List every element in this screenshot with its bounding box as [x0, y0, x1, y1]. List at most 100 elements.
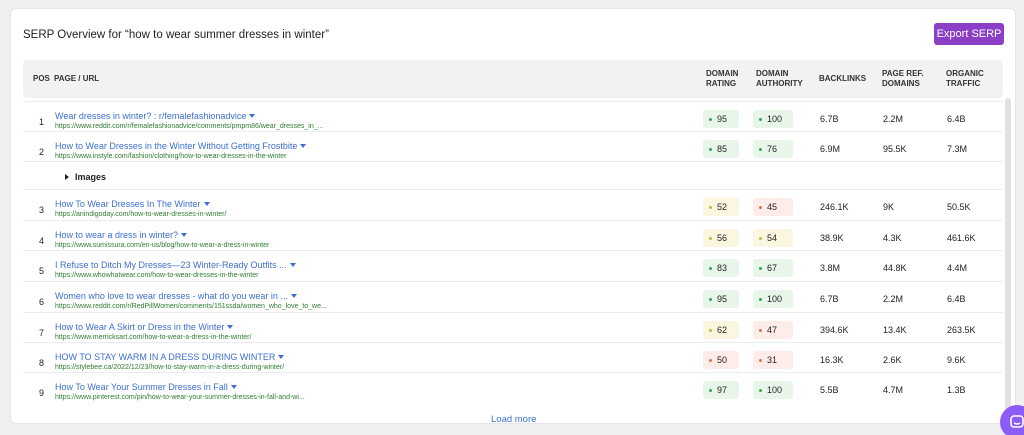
domain-authority-value: 54 [767, 233, 778, 243]
column-header-domain-authority-line1: DOMAIN [756, 69, 789, 78]
result-title-text: HOW TO STAY WARM IN A DRESS DURING WINTE… [55, 352, 276, 362]
scrollbar-thumb[interactable] [1005, 98, 1011, 410]
chat-widget-button[interactable] [1000, 405, 1024, 435]
status-dot-icon [709, 205, 712, 209]
domain-authority-badge: 100 [753, 381, 793, 399]
backlinks-value: 246.1K [820, 202, 849, 212]
page-ref-domains-value: 95.5K [883, 144, 907, 154]
result-title-link[interactable]: How To Wear Your Summer Dresses in Fall [55, 382, 237, 392]
domain-authority-badge: 100 [753, 290, 793, 308]
status-dot-icon [759, 147, 762, 151]
domain-rating-value: 95 [717, 294, 728, 304]
images-expand-toggle[interactable]: Images [65, 172, 106, 182]
status-dot-icon [709, 147, 712, 151]
column-header-organic-traffic-line1: ORGANIC [946, 69, 984, 78]
column-header-organic-traffic[interactable]: ORGANIC TRAFFIC [946, 69, 984, 89]
backlinks-value: 5.5B [820, 385, 839, 395]
domain-rating-value: 83 [717, 263, 728, 273]
result-url: https://anindigoday.com/how-to-wear-dres… [55, 211, 227, 218]
column-header-page-ref-domains[interactable]: PAGE REF. DOMAINS [882, 69, 924, 89]
row-position: 5 [39, 266, 45, 276]
domain-rating-badge: 56 [703, 229, 739, 247]
result-title-link[interactable]: HOW TO STAY WARM IN A DRESS DURING WINTE… [55, 352, 285, 362]
domain-rating-badge: 95 [703, 110, 739, 128]
backlinks-value: 16.3K [820, 355, 844, 365]
domain-authority-value: 45 [767, 202, 778, 212]
caret-down-icon[interactable] [290, 294, 297, 298]
column-header-page-url[interactable]: PAGE / URL [54, 74, 99, 84]
table-row: 5 I Refuse to Ditch My Dresses—23 Winter-… [23, 250, 1003, 281]
status-dot-icon [709, 266, 712, 270]
result-title-text: How To Wear Dresses In The Winter [55, 199, 201, 209]
table-row: 1 Wear dresses in winter? : r/femalefashi… [23, 101, 1003, 131]
row-position: 8 [39, 358, 45, 368]
backlinks-value: 3.8M [820, 263, 841, 273]
serp-overview-card: SERP Overview for “how to wear summer dr… [10, 8, 1016, 425]
caret-down-icon[interactable] [203, 202, 210, 206]
organic-traffic-value: 6.4B [947, 294, 966, 304]
images-section-row: Images [23, 161, 1003, 189]
table-row: 8 HOW TO STAY WARM IN A DRESS DURING WINT… [23, 342, 1003, 372]
result-url: https://www.instyle.com/fashion/clothing… [55, 153, 287, 160]
organic-traffic-value: 263.5K [947, 325, 976, 335]
column-header-backlinks[interactable]: BACKLINKS [819, 74, 866, 84]
domain-authority-value: 100 [767, 385, 783, 395]
export-serp-button[interactable]: Export SERP [934, 23, 1004, 45]
caret-down-icon[interactable] [181, 233, 188, 237]
domain-authority-badge: 100 [753, 110, 793, 128]
result-url: https://www.reddit.com/r/femalefashionad… [55, 123, 324, 130]
result-url: https://www.reddit.com/r/RedPillWomen/co… [55, 303, 327, 310]
result-title-text: How to Wear A Skirt or Dress in the Wint… [55, 322, 225, 332]
row-position: 6 [39, 297, 45, 307]
domain-authority-badge: 76 [753, 140, 793, 158]
backlinks-value: 6.7B [820, 294, 839, 304]
page-ref-domains-value: 4.7M [883, 385, 904, 395]
column-header-domain-authority[interactable]: DOMAIN AUTHORITY [756, 69, 803, 89]
result-title-link[interactable]: How to wear a dress in winter? [55, 230, 188, 240]
table-row: 6 Women who love to wear dresses - what d… [23, 281, 1003, 312]
caret-down-icon[interactable] [227, 325, 234, 329]
result-title-text: Women who love to wear dresses - what do… [55, 291, 288, 301]
status-dot-icon [759, 205, 762, 209]
page-ref-domains-value: 2.2M [883, 294, 904, 304]
row-position: 9 [39, 388, 45, 398]
result-title-text: How to wear a dress in winter? [55, 230, 179, 240]
result-title-link[interactable]: How To Wear Dresses In The Winter [55, 199, 210, 209]
table-scrollbar[interactable] [1005, 98, 1011, 410]
column-header-domain-rating-line1: DOMAIN [706, 69, 739, 78]
caret-down-icon[interactable] [289, 263, 296, 267]
domain-authority-value: 100 [767, 114, 783, 124]
status-dot-icon [759, 388, 762, 392]
domain-authority-value: 67 [767, 263, 778, 273]
caret-down-icon[interactable] [230, 385, 237, 389]
caret-down-icon[interactable] [300, 144, 307, 148]
domain-rating-value: 95 [717, 114, 728, 124]
domain-rating-value: 97 [717, 385, 728, 395]
status-dot-icon [759, 266, 762, 270]
domain-rating-badge: 97 [703, 381, 739, 399]
result-title-link[interactable]: I Refuse to Ditch My Dresses—23 Winter-R… [55, 260, 296, 270]
column-header-pos[interactable]: POS [33, 74, 50, 84]
backlinks-value: 38.9K [820, 233, 844, 243]
result-title-link[interactable]: How to Wear Dresses in the Winter Withou… [55, 141, 307, 151]
domain-authority-badge: 54 [753, 229, 793, 247]
images-label: Images [75, 172, 107, 182]
domain-authority-value: 47 [767, 325, 778, 335]
caret-down-icon[interactable] [249, 114, 256, 118]
domain-rating-value: 56 [717, 233, 728, 243]
load-more-button[interactable]: Load more [491, 414, 536, 425]
column-header-organic-traffic-line2: TRAFFIC [946, 79, 981, 88]
row-position: 4 [39, 236, 45, 246]
result-title-link[interactable]: Wear dresses in winter? : r/femalefashio… [55, 111, 256, 121]
domain-rating-badge: 50 [703, 351, 739, 369]
row-position: 1 [39, 117, 45, 127]
page-title: SERP Overview for “how to wear summer dr… [23, 29, 329, 41]
result-title-link[interactable]: Women who love to wear dresses - what do… [55, 291, 297, 301]
result-title-link[interactable]: How to Wear A Skirt or Dress in the Wint… [55, 322, 234, 332]
status-dot-icon [709, 388, 712, 392]
domain-rating-value: 50 [717, 355, 728, 365]
caret-down-icon[interactable] [278, 355, 285, 359]
status-dot-icon [759, 328, 762, 332]
column-header-domain-rating[interactable]: DOMAIN RATING [706, 69, 738, 89]
domain-authority-badge: 45 [753, 198, 793, 216]
